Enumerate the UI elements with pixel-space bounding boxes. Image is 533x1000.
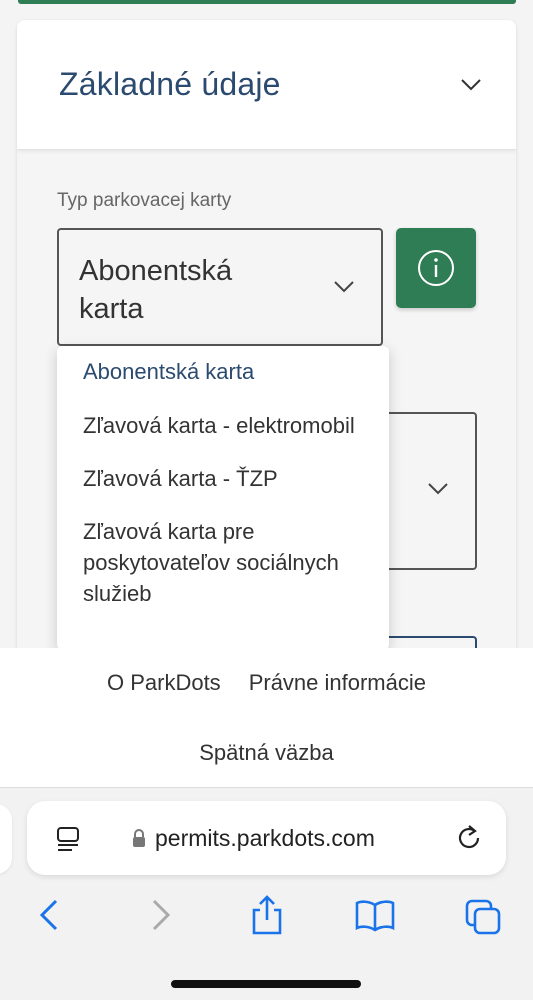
browser-chrome: permits.parkdots.com bbox=[0, 788, 533, 1000]
card-type-select[interactable]: Abonentská karta bbox=[57, 228, 383, 346]
lock-icon bbox=[133, 829, 145, 847]
section-title: Základné údaje bbox=[59, 66, 281, 102]
forward-icon[interactable] bbox=[150, 898, 172, 932]
url-text: permits.parkdots.com bbox=[155, 825, 375, 851]
share-icon[interactable] bbox=[250, 894, 284, 936]
card-type-value: Abonentská karta bbox=[79, 255, 233, 325]
card-type-label: Typ parkovacej karty bbox=[57, 190, 232, 211]
section-header[interactable]: Základné údaje bbox=[17, 20, 516, 150]
dropdown-option-abonentska[interactable]: Abonentská karta bbox=[57, 356, 389, 387]
dropdown-option-tzp[interactable]: Zľavová karta - ŤZP bbox=[57, 463, 389, 494]
back-icon[interactable] bbox=[38, 898, 60, 932]
footer-link-legal[interactable]: Právne informácie bbox=[249, 670, 426, 696]
previous-tab-edge[interactable] bbox=[0, 804, 12, 874]
dropdown-option-social[interactable]: Zľavová karta pre poskytovateľov sociáln… bbox=[57, 516, 389, 609]
chevron-down-icon bbox=[334, 281, 354, 293]
chevron-down-icon[interactable] bbox=[460, 78, 482, 92]
address-bar[interactable]: permits.parkdots.com bbox=[27, 801, 506, 875]
footer-link-about[interactable]: O ParkDots bbox=[107, 670, 221, 696]
footer-link-feedback[interactable]: Spätná väzba bbox=[199, 740, 334, 765]
chevron-down-icon bbox=[428, 483, 448, 495]
reload-icon[interactable] bbox=[454, 823, 484, 853]
info-icon bbox=[418, 250, 454, 286]
card-type-dropdown: Abonentská karta Zľavová karta - elektro… bbox=[57, 346, 389, 650]
info-button[interactable] bbox=[396, 228, 476, 308]
home-indicator[interactable] bbox=[171, 980, 361, 988]
tabs-icon[interactable] bbox=[464, 898, 502, 936]
bookmarks-icon[interactable] bbox=[354, 898, 396, 932]
previous-section-edge bbox=[18, 0, 516, 4]
reader-icon[interactable] bbox=[55, 825, 83, 853]
page-footer: O ParkDots Právne informácie Spätná väzb… bbox=[0, 648, 533, 788]
dropdown-option-elektromobil[interactable]: Zľavová karta - elektromobil bbox=[57, 410, 389, 441]
